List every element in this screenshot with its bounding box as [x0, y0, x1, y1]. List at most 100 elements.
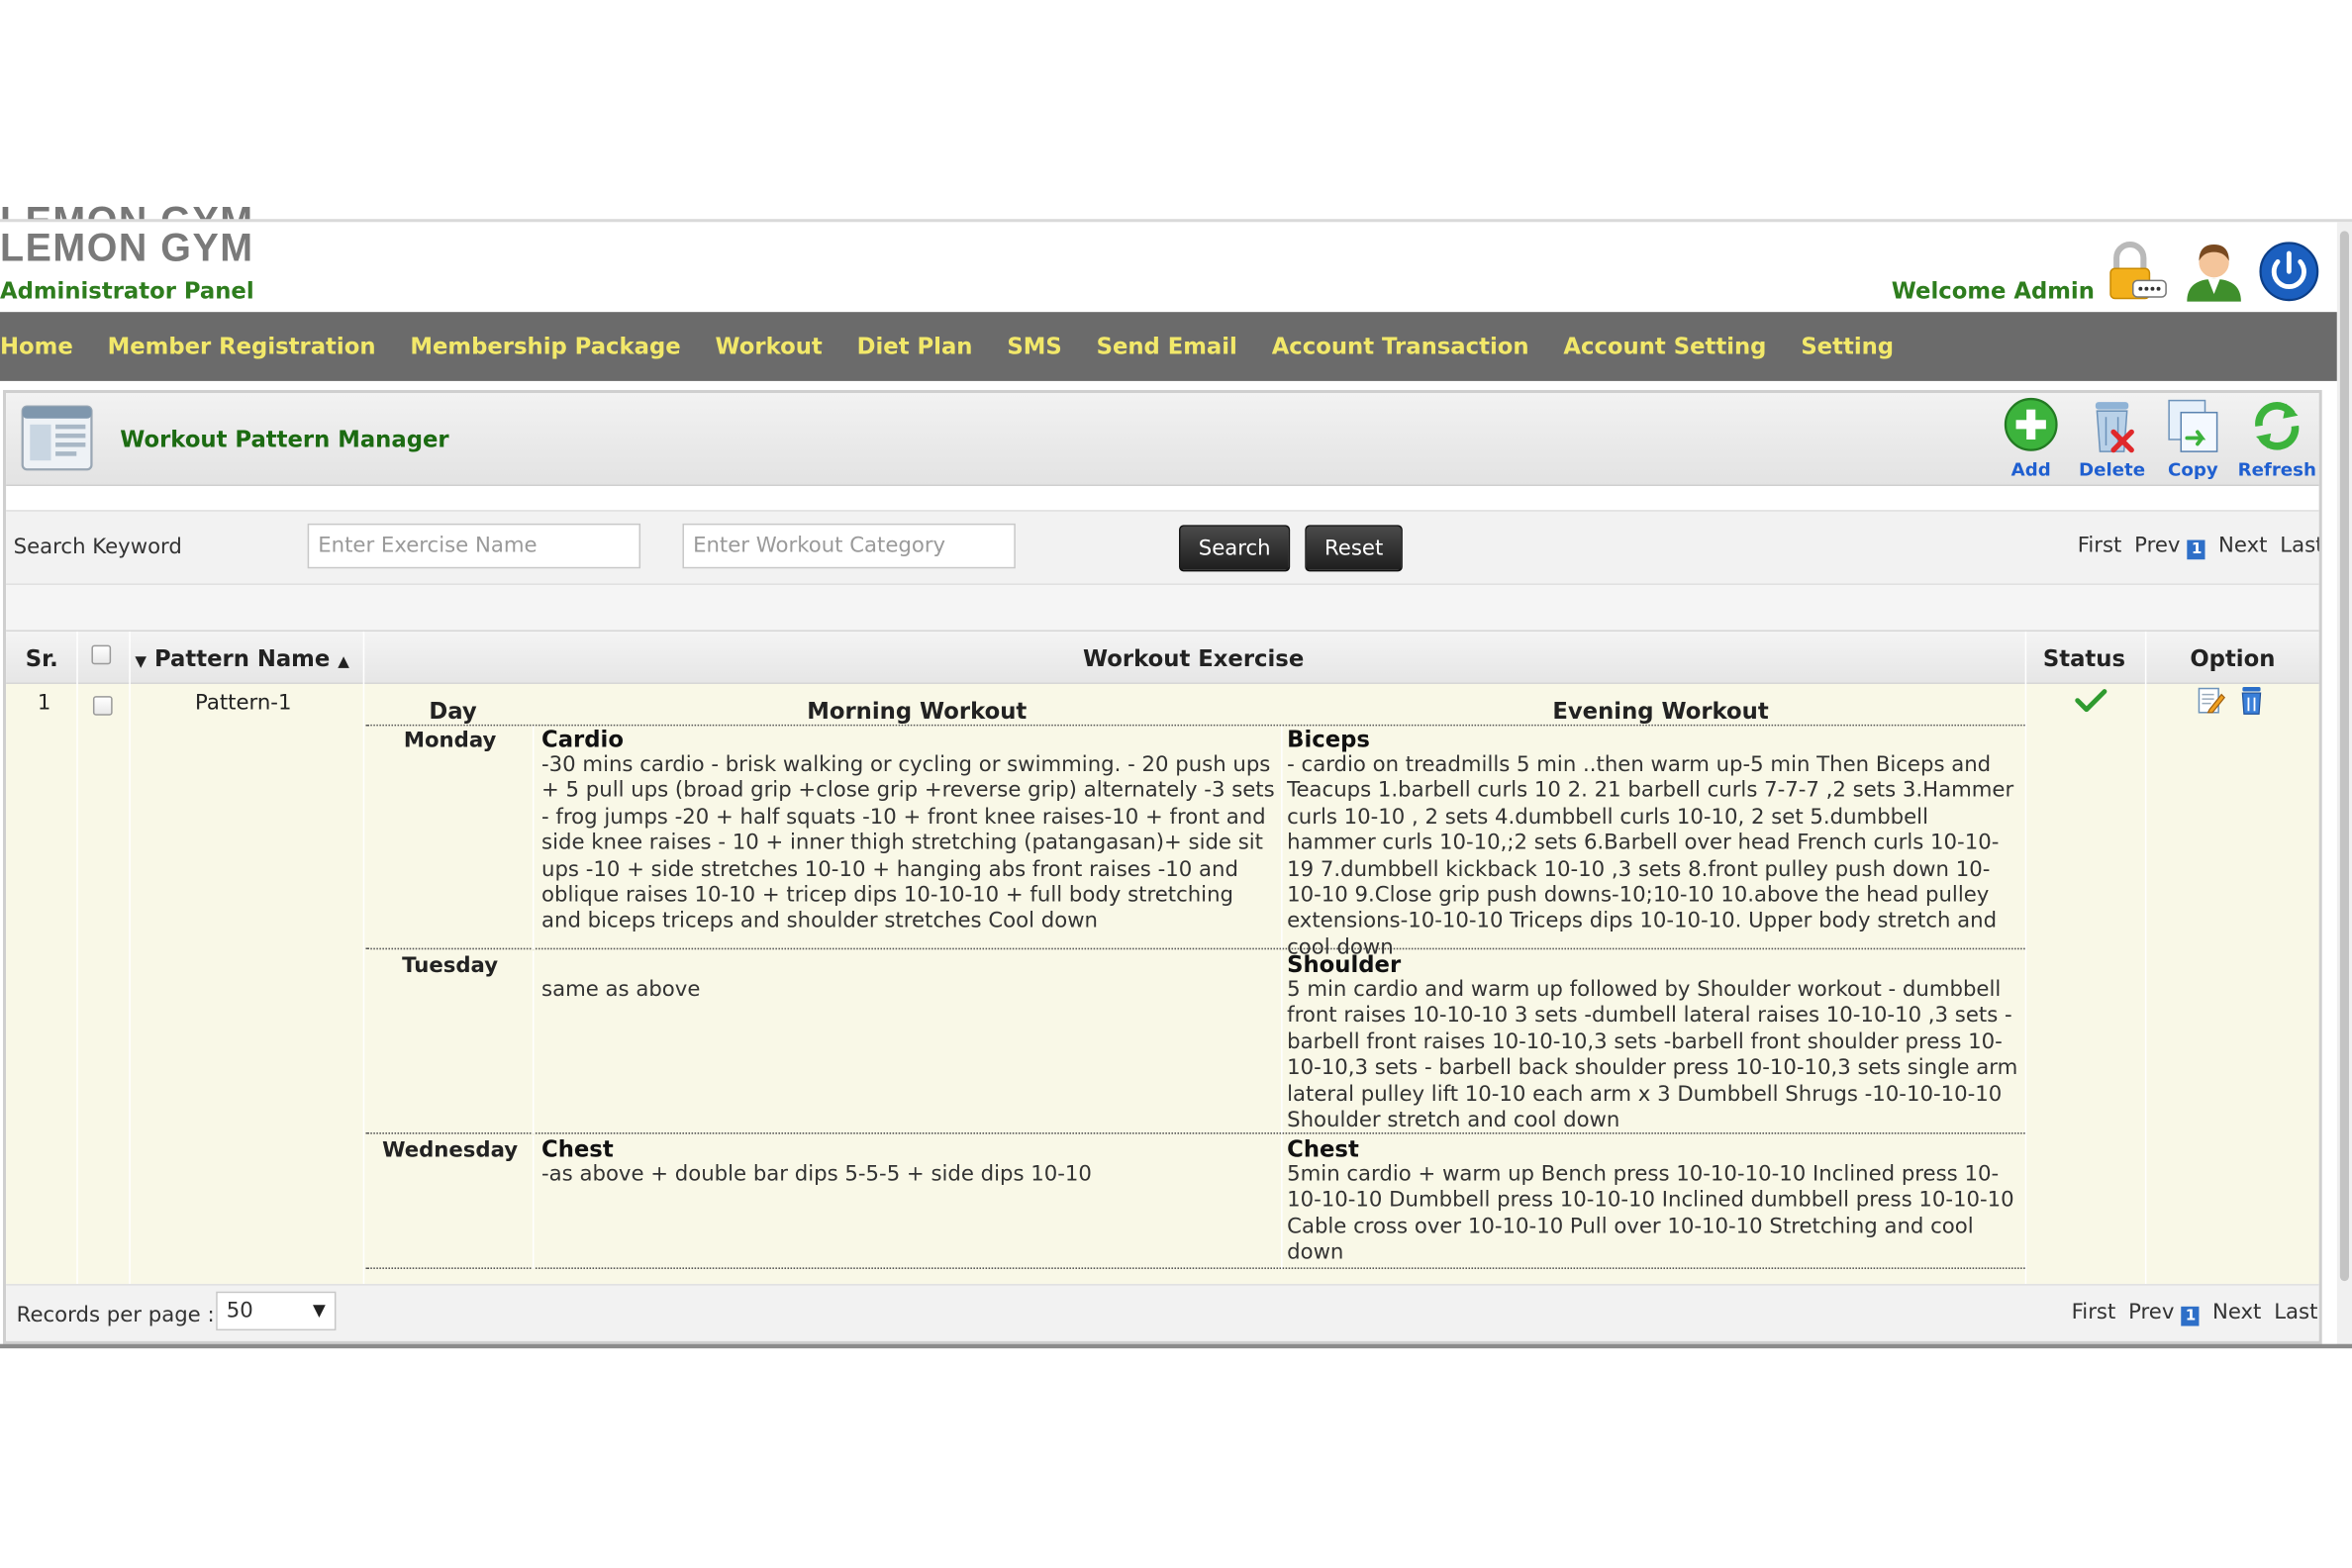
- pattern-name-label: Pattern Name: [153, 644, 331, 672]
- delete-button[interactable]: Delete: [2070, 396, 2154, 480]
- morning-workout-title: [541, 952, 1276, 978]
- main-nav: Home Member Registration Membership Pack…: [0, 312, 2337, 381]
- nav-home[interactable]: Home: [0, 333, 73, 359]
- row-checkbox[interactable]: [92, 696, 113, 716]
- pager-next[interactable]: Next: [2212, 1301, 2261, 1324]
- row-pattern-name: Pattern-1: [194, 691, 292, 716]
- evening-workout-text: 5 min cardio and warm up followed by Sho…: [1287, 977, 2018, 1133]
- pager-current[interactable]: 1: [2188, 539, 2206, 560]
- records-per-page-select[interactable]: 50 ▼: [216, 1291, 337, 1331]
- panel-header: Workout Pattern Manager Add Delete Copy …: [6, 393, 2319, 486]
- day-row-wednesday: Wednesday Chest -as above + double bar d…: [365, 1135, 2025, 1269]
- col-divider: [76, 683, 78, 1285]
- col-divider: [362, 631, 365, 686]
- nav-setting[interactable]: Setting: [1801, 333, 1894, 359]
- col-divider: [1281, 1135, 1283, 1269]
- taskbar-edge: [0, 1343, 2352, 1349]
- col-divider: [129, 631, 131, 686]
- morning-workout-title: Cardio: [541, 726, 624, 753]
- lock-icon[interactable]: [2103, 240, 2169, 303]
- morning-workout-text: -as above + double bar dips 5-5-5 + side…: [541, 1162, 1092, 1187]
- pager-top: First Prev 1 Next Last: [2078, 534, 2319, 560]
- evening-workout-title: Shoulder: [1287, 950, 1402, 978]
- nav-membership-package[interactable]: Membership Package: [410, 333, 680, 359]
- evening-workout-text: 5min cardio + warm up Bench press 10-10-…: [1287, 1162, 2014, 1265]
- pager-current[interactable]: 1: [2181, 1306, 2201, 1326]
- check-icon: [2075, 689, 2107, 713]
- col-option: Option: [2190, 644, 2276, 672]
- pager-prev[interactable]: Prev: [2128, 1301, 2174, 1324]
- col-status: Status: [2042, 644, 2125, 672]
- welcome-text: Welcome Admin: [1891, 277, 2095, 305]
- pager-first[interactable]: First: [2072, 1301, 2116, 1324]
- subcol-morning: Morning Workout: [807, 697, 1028, 725]
- nav-account-setting[interactable]: Account Setting: [1563, 333, 1766, 359]
- search-button[interactable]: Search: [1179, 525, 1291, 572]
- pager-prev[interactable]: Prev: [2134, 534, 2180, 557]
- pager-first[interactable]: First: [2078, 534, 2122, 557]
- row-sr: 1: [37, 691, 51, 716]
- morning-workout: Chest -as above + double bar dips 5-5-5 …: [541, 1135, 1276, 1189]
- delete-label: Delete: [2079, 458, 2146, 480]
- col-pattern-name[interactable]: ▼ Pattern Name ▲: [135, 645, 349, 672]
- edit-icon[interactable]: [2196, 685, 2226, 715]
- col-divider: [2144, 631, 2147, 686]
- morning-workout-title: Chest: [541, 1135, 614, 1163]
- refresh-label: Refresh: [2237, 458, 2316, 480]
- subcol-day: Day: [429, 697, 477, 725]
- evening-workout-text: - cardio on treadmills 5 min ..then warm…: [1287, 752, 2014, 960]
- day-row-monday: Monday Cardio -30 mins cardio - brisk wa…: [365, 726, 2025, 960]
- workout-category-input[interactable]: [682, 523, 1016, 569]
- morning-workout: Cardio -30 mins cardio - brisk walking o…: [541, 726, 1276, 935]
- col-divider: [532, 1135, 535, 1269]
- col-divider: [362, 683, 365, 1285]
- col-divider: [532, 950, 535, 1134]
- col-divider: [129, 683, 131, 1285]
- pager-last[interactable]: Last: [2274, 1301, 2317, 1324]
- evening-workout: Chest 5min cardio + warm up Bench press …: [1287, 1135, 2021, 1267]
- sort-asc-icon: ▲: [338, 653, 349, 671]
- reset-button[interactable]: Reset: [1305, 525, 1403, 572]
- brand-subtitle: Administrator Panel: [0, 277, 254, 305]
- evening-workout: Biceps - cardio on treadmills 5 min ..th…: [1287, 727, 2021, 962]
- nav-sms[interactable]: SMS: [1007, 333, 1061, 359]
- col-divider: [76, 631, 78, 686]
- evening-workout-title: Chest: [1287, 1135, 1359, 1163]
- morning-workout-text: -30 mins cardio - brisk walking or cycli…: [541, 752, 1275, 934]
- nav-account-transaction[interactable]: Account Transaction: [1272, 333, 1529, 359]
- table-row: 1 Pattern-1 Day Morning Workout Evening …: [6, 683, 2319, 1285]
- pager-last[interactable]: Last: [2280, 534, 2318, 557]
- col-divider: [2024, 631, 2027, 686]
- nav-diet-plan[interactable]: Diet Plan: [857, 333, 973, 359]
- power-icon[interactable]: [2256, 240, 2322, 303]
- pager-bottom: First Prev 1 Next Last: [2072, 1301, 2317, 1326]
- admin-user-icon[interactable]: [2181, 240, 2247, 303]
- day-row-tuesday: Tuesday same as above Shoulder 5 min car…: [365, 950, 2025, 1134]
- brand-title: LEMON GYM: [0, 225, 254, 270]
- nav-member-registration[interactable]: Member Registration: [108, 333, 376, 359]
- col-divider: [2024, 683, 2027, 1285]
- scrollbar-thumb[interactable]: [2339, 231, 2349, 1282]
- select-all-checkbox[interactable]: [91, 644, 112, 665]
- day-label: Monday: [403, 729, 497, 753]
- nav-workout[interactable]: Workout: [716, 333, 823, 359]
- pager-next[interactable]: Next: [2218, 534, 2267, 557]
- copy-button[interactable]: Copy: [2151, 396, 2235, 480]
- copy-label: Copy: [2168, 458, 2218, 480]
- spacer-strip: [6, 584, 2319, 631]
- add-button[interactable]: Add: [1989, 396, 2073, 480]
- col-divider: [532, 726, 535, 950]
- top-divider: [0, 219, 2352, 223]
- col-divider: [1281, 726, 1283, 950]
- panel-title: Workout Pattern Manager: [120, 426, 449, 453]
- table-footer: Records per page : 50 ▼ First Prev 1 Next…: [6, 1284, 2319, 1341]
- nav-send-email[interactable]: Send Email: [1097, 333, 1237, 359]
- add-label: Add: [2010, 458, 2051, 480]
- trash-icon[interactable]: [2238, 685, 2265, 715]
- morning-workout: same as above: [541, 952, 1276, 1004]
- refresh-button[interactable]: Refresh: [2235, 396, 2319, 480]
- subcol-evening: Evening Workout: [1552, 697, 1769, 725]
- manager-window-icon: [21, 405, 93, 471]
- exercise-name-input[interactable]: [307, 523, 641, 569]
- vertical-scrollbar[interactable]: [2336, 222, 2352, 1346]
